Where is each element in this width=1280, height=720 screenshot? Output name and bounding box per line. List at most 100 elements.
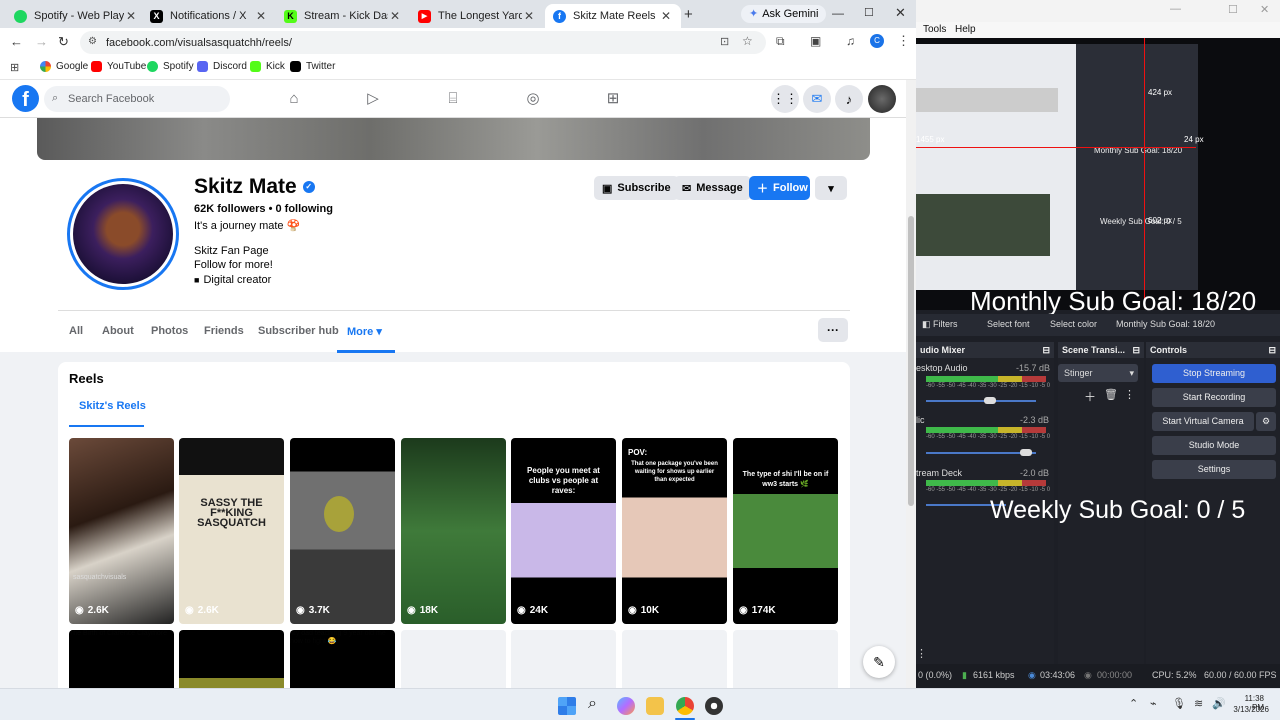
reload-button[interactable]: ↻	[58, 34, 69, 50]
video-icon[interactable]: ▷	[363, 89, 383, 109]
profile-avatar-ring[interactable]	[67, 178, 179, 290]
menu-grid-icon[interactable]: ⋮⋮	[771, 85, 799, 113]
chevron-up-icon[interactable]: ⌃	[1129, 697, 1138, 710]
bookmark-kick[interactable]: Kick	[250, 61, 285, 72]
menu-help[interactable]: Help	[955, 24, 976, 35]
volume-slider-handle[interactable]	[984, 397, 996, 404]
new-tab-button[interactable]: +	[684, 6, 698, 23]
chrome-icon[interactable]	[676, 697, 694, 715]
close-window-button[interactable]: ✕	[895, 5, 906, 21]
kebab-menu-icon[interactable]: ⋮	[897, 33, 910, 49]
reel-thumbnail[interactable]: SASSY THE F**KING SASQUATCH ◉ 2.6K	[179, 438, 284, 624]
select-font-button[interactable]: Select font	[987, 319, 1030, 329]
reel-thumbnail[interactable]: The type of shi I'll be on if ww3 starts…	[733, 438, 838, 624]
bookmark-spotify[interactable]: Spotify	[147, 61, 194, 72]
microphone-icon[interactable]: 🎙	[1172, 697, 1186, 710]
account-avatar[interactable]	[868, 85, 896, 113]
close-window-button[interactable]: ✕	[1260, 3, 1269, 16]
transition-menu-icon[interactable]: ⋮	[1124, 388, 1135, 401]
gaming-icon[interactable]: ⊞	[603, 89, 623, 109]
apps-grid-icon[interactable]: ⊞	[10, 61, 19, 74]
facebook-search-input[interactable]: ⌕ Search Facebook	[44, 86, 230, 112]
clock-date[interactable]: 3/13/2026	[1229, 705, 1269, 714]
virtual-camera-settings-icon[interactable]: ⚙	[1256, 412, 1276, 431]
minimize-button[interactable]: —	[1170, 3, 1181, 15]
extensions-icon[interactable]: ⧉	[776, 34, 785, 49]
subscribe-button[interactable]: ▣ Subscribe	[594, 176, 679, 200]
tab-spotify[interactable]: Spotify - Web Player: Mu ✕	[6, 4, 146, 28]
start-recording-button[interactable]: Start Recording	[1152, 388, 1276, 407]
tab-more[interactable]: More ▾	[347, 325, 382, 338]
reel-thumbnail[interactable]: POV: That one package you've been waitin…	[622, 438, 727, 624]
copilot-icon[interactable]	[617, 697, 635, 715]
follow-button[interactable]: ＋ Follow	[749, 176, 810, 200]
close-tab-icon[interactable]: ✕	[254, 9, 268, 23]
page-scrollbar[interactable]	[906, 80, 916, 688]
obs-icon[interactable]	[705, 697, 723, 715]
tab-facebook-active[interactable]: f Skitz Mate Reels | Facebo ✕	[545, 4, 681, 28]
tab-photos[interactable]: Photos	[151, 325, 188, 337]
close-tab-icon[interactable]: ✕	[124, 9, 138, 23]
address-bar[interactable]: ⚙ facebook.com/visualsasquatchh/reels/ ⊡…	[80, 31, 766, 54]
tab-about[interactable]: About	[102, 325, 134, 337]
tab-all[interactable]: All	[69, 325, 83, 337]
maximize-button[interactable]: ☐	[864, 6, 874, 19]
site-info-icon[interactable]: ⚙	[88, 36, 97, 47]
bookmark-star-icon[interactable]: ☆	[742, 34, 753, 48]
close-tab-icon[interactable]: ✕	[659, 9, 673, 23]
reel-thumbnail[interactable]: ◉ 3.7K	[290, 438, 395, 624]
dock-undock-icon[interactable]: ⊟	[1132, 342, 1140, 358]
groups-icon[interactable]: ◎	[523, 89, 543, 109]
reel-thumbnail[interactable]	[179, 630, 284, 688]
cover-photo[interactable]	[37, 118, 870, 160]
facebook-logo[interactable]: f	[12, 85, 39, 112]
mixer-menu-icon[interactable]: ⋮	[916, 647, 927, 660]
screen-share-icon[interactable]: ▣	[810, 34, 821, 48]
media-controls-icon[interactable]: ♫	[846, 34, 855, 48]
start-menu-icon[interactable]	[558, 697, 576, 715]
volume-slider[interactable]	[926, 400, 1036, 402]
bookmark-discord[interactable]: Discord	[197, 61, 247, 72]
obs-preview-canvas[interactable]: Monthly Sub Goal: 18/20 Weekly Sub Goal:…	[916, 38, 1280, 316]
reels-subtab[interactable]: Skitz's Reels	[79, 400, 146, 412]
install-app-icon[interactable]: ⊡	[720, 35, 729, 48]
add-transition-icon[interactable]: ＋	[1084, 388, 1096, 405]
close-tab-icon[interactable]: ✕	[388, 9, 402, 23]
menu-tools[interactable]: Tools	[923, 24, 946, 35]
stop-streaming-button[interactable]: Stop Streaming	[1152, 364, 1276, 383]
scrollbar-thumb[interactable]	[908, 216, 914, 506]
tab-kick[interactable]: K Stream - Kick Dashboard ✕	[276, 4, 410, 28]
followers-count[interactable]: 62K followers • 0 following	[194, 203, 333, 215]
delete-transition-icon[interactable]: 🗑	[1104, 388, 1118, 401]
volume-icon[interactable]: 🔊	[1212, 697, 1226, 710]
home-icon[interactable]: ⌂	[284, 89, 304, 109]
reel-thumbnail[interactable]: People you meet at clubs vs people at ra…	[511, 438, 616, 624]
profile-avatar[interactable]: C	[870, 34, 884, 48]
bookmark-twitter[interactable]: Twitter	[290, 61, 335, 72]
reel-thumbnail[interactable]: ◉ 18K	[401, 438, 506, 624]
reel-thumbnail[interactable]: The Birth of Clarence Claymore	[69, 630, 174, 688]
bookmark-google[interactable]: Google	[40, 61, 88, 72]
messenger-icon[interactable]: ✉	[803, 85, 831, 113]
search-icon[interactable]: ⌕	[588, 695, 597, 713]
studio-mode-button[interactable]: Studio Mode	[1152, 436, 1276, 455]
forward-button[interactable]: →	[35, 34, 48, 49]
back-button[interactable]: ←	[10, 34, 23, 49]
reel-thumbnail[interactable]: My dad teaching 9 year old me how to fig…	[290, 630, 395, 688]
message-button[interactable]: ✉ Message	[674, 176, 751, 200]
tab-friends[interactable]: Friends	[204, 325, 244, 337]
notifications-bell-icon[interactable]: ♪	[835, 85, 863, 113]
reel-thumbnail[interactable]: sasquatchvisuals ◉ 2.6K	[69, 438, 174, 624]
file-explorer-icon[interactable]	[646, 697, 664, 715]
transition-select[interactable]: Stinger ▾	[1058, 364, 1138, 382]
bookmark-youtube[interactable]: YouTube	[91, 61, 146, 72]
select-color-button[interactable]: Select color	[1050, 319, 1097, 329]
tabs-overflow-button[interactable]: ···	[818, 318, 848, 342]
weekly-sub-goal-overlay[interactable]: Weekly Sub Goal: 0 / 5	[990, 496, 1245, 525]
dock-undock-icon[interactable]: ⊟	[1042, 342, 1050, 358]
start-virtual-camera-button[interactable]: Start Virtual Camera	[1152, 412, 1254, 431]
volume-slider-handle[interactable]	[1020, 449, 1032, 456]
marketplace-icon[interactable]: ⌸	[443, 89, 463, 109]
ask-gemini-button[interactable]: ✦ Ask Gemini	[741, 5, 827, 23]
tab-youtube[interactable]: ▶ The Longest Yard Funny ✕	[410, 4, 544, 28]
